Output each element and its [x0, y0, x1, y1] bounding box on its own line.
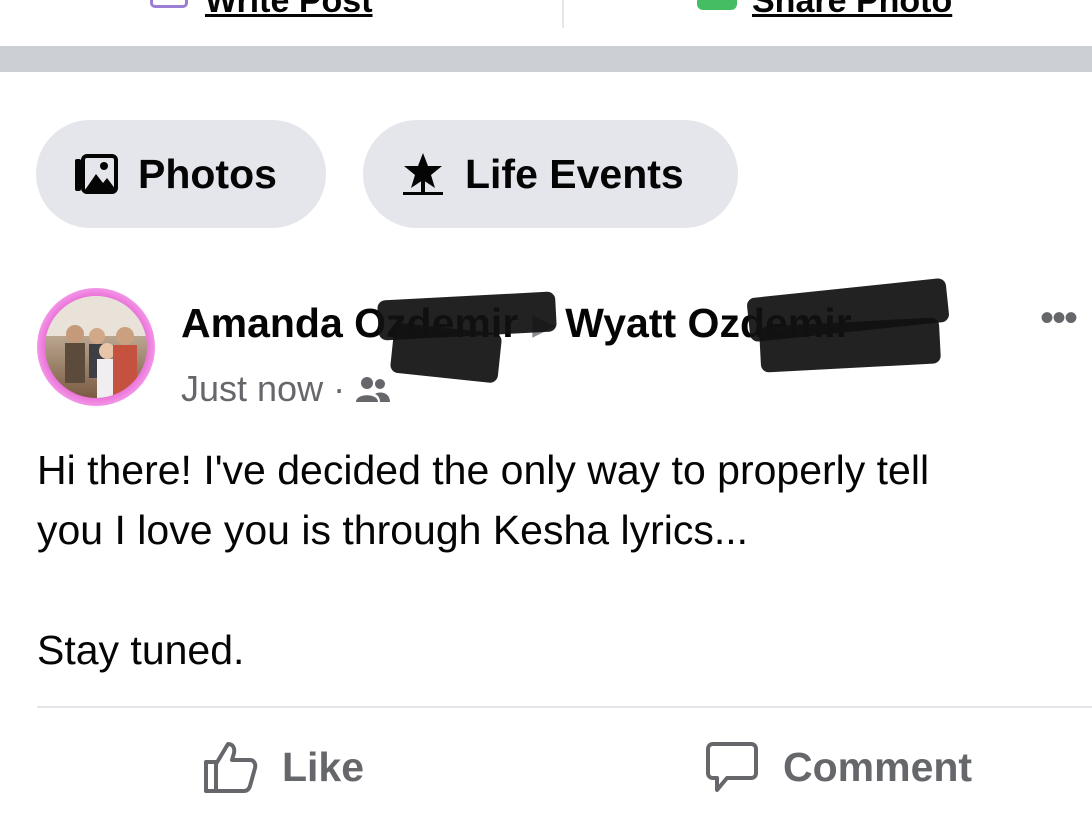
author-name[interactable]: Amanda O [181, 300, 386, 346]
star-flag-icon [403, 153, 443, 195]
share-photo-link[interactable]: Share Photo [752, 0, 952, 21]
like-button[interactable]: Like [202, 740, 364, 794]
redaction-mark [389, 322, 503, 384]
section-separator [0, 46, 1092, 72]
comment-label: Comment [783, 743, 973, 790]
more-dots-icon[interactable]: ••• [1040, 298, 1078, 338]
life-events-chip-button[interactable]: Life Events [363, 120, 738, 228]
life-events-chip-label: Life Events [465, 150, 684, 197]
vertical-divider [562, 0, 564, 28]
composer-actions-bar: Write Post Share Photo [0, 0, 1092, 46]
comment-button[interactable]: Comment [705, 740, 972, 794]
redaction-mark [758, 317, 942, 373]
post-meta: Just now · [181, 368, 391, 410]
photos-chip-label: Photos [138, 150, 277, 197]
author-avatar[interactable] [37, 288, 155, 406]
meta-separator: · [333, 368, 346, 409]
post-text-line: Stay tuned. [37, 627, 245, 673]
actions-divider [37, 706, 1092, 708]
photos-icon [75, 154, 118, 194]
comment-bubble-icon [706, 742, 758, 792]
like-label: Like [282, 743, 365, 790]
post-timestamp[interactable]: Just now [181, 368, 323, 410]
avatar-photo [45, 296, 147, 398]
post-text-line: you I love you is through Kesha lyrics..… [37, 507, 749, 553]
post-text-line: Hi there! I've decided the only way to p… [37, 447, 930, 493]
post-body: Hi there! I've decided the only way to p… [37, 440, 1067, 680]
recipient-name[interactable]: Wyatt O [565, 300, 719, 346]
share-photo-icon[interactable] [697, 0, 737, 10]
friends-icon [356, 377, 391, 402]
write-post-link[interactable]: Write Post [205, 0, 373, 21]
write-post-icon[interactable] [150, 0, 188, 8]
thumbs-up-icon [204, 742, 258, 793]
photos-chip-button[interactable]: Photos [36, 120, 326, 228]
